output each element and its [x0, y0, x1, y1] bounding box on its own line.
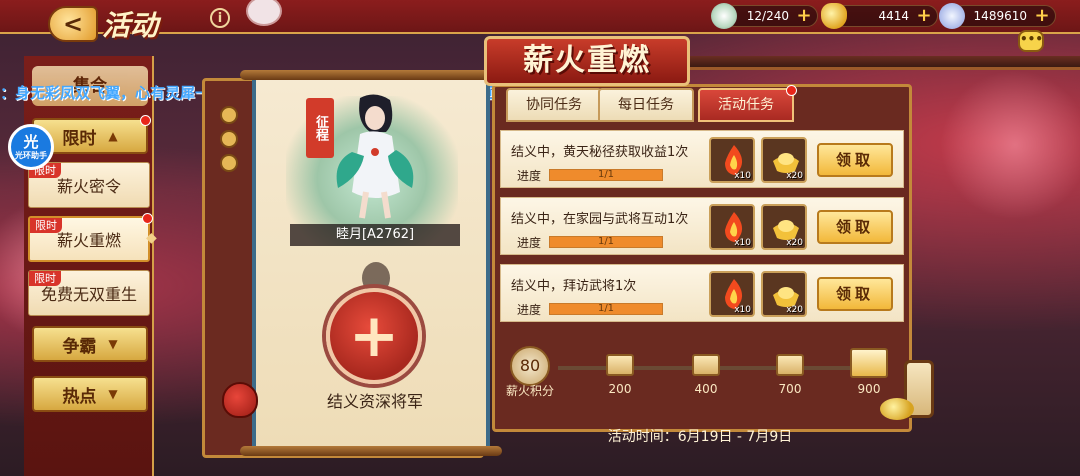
- resource-stamina-value: 12/240: [746, 9, 789, 23]
- milestone-chest-grand[interactable]: [850, 348, 888, 378]
- sidebar: 集合 限时 ▲ 限时 薪火密令 限时 薪火重燃 ◆ 限时 免费无双重生 争霸 ▼…: [24, 56, 157, 476]
- milestone-chest[interactable]: [692, 354, 720, 376]
- resource-jade: 1489610 +: [939, 3, 1056, 29]
- event-time: 活动时间：6月19日 - 7月9日: [607, 429, 793, 445]
- points-label: 薪火积分: [505, 384, 554, 398]
- chat-button[interactable]: •••: [1018, 30, 1044, 52]
- selected-arrow-icon: ◆: [146, 230, 157, 246]
- add-stamina-button[interactable]: +: [795, 7, 813, 25]
- back-arrow-icon: <: [62, 10, 84, 38]
- task-progress-bar: 1/1: [549, 236, 663, 248]
- milestone-chest[interactable]: [776, 354, 804, 376]
- expedition-tag: 征程: [306, 98, 334, 158]
- sidebar-group-label: 限时: [62, 128, 97, 149]
- sidebar-item-label: 薪火密令: [56, 177, 121, 196]
- chevron-down-icon: ▼: [108, 337, 118, 351]
- reward-quantity: x10: [734, 238, 751, 248]
- helper-logo-text: 光环助手: [15, 150, 47, 160]
- scroll-rod-bottom: [240, 446, 502, 456]
- resource-stamina: 12/240 +: [711, 3, 818, 29]
- add-jade-button[interactable]: +: [1033, 7, 1051, 25]
- tab-daily-tasks[interactable]: 每日任务: [598, 88, 694, 122]
- sidebar-group-label: 热点: [62, 386, 97, 407]
- reward-slot[interactable]: x20: [761, 271, 807, 317]
- reward-quantity: x20: [786, 238, 803, 248]
- sworn-hero-label: 结义资深将军: [326, 392, 423, 411]
- chevron-down-icon: ▼: [108, 387, 118, 401]
- task-description: 结义中，在家园与武将互动1次: [511, 212, 689, 227]
- reward-slot[interactable]: x20: [761, 204, 807, 250]
- sidebar-group-contest[interactable]: 争霸 ▼: [32, 326, 148, 362]
- resource-jade-value: 1489610: [973, 9, 1027, 23]
- plus-icon: +: [348, 301, 400, 371]
- milestone-label: 900: [857, 382, 881, 396]
- coin-pile-decoration: [880, 398, 914, 420]
- task-row: 结义中，拜访武将1次 进度 1/1 x10 x20 领取: [500, 264, 904, 322]
- limited-badge: 限时: [30, 218, 62, 233]
- reward-slot[interactable]: x10: [709, 137, 755, 183]
- progress-label: 进度: [517, 236, 542, 250]
- stamina-icon: [711, 3, 737, 29]
- reward-quantity: x10: [734, 305, 751, 315]
- task-row: 结义中，黄天秘径获取收益1次 进度 1/1 x10 x20 领取: [500, 130, 904, 188]
- reward-slot[interactable]: x20: [761, 137, 807, 183]
- milestone-label: 400: [694, 382, 718, 396]
- sidebar-group-label: 争霸: [62, 336, 97, 357]
- progress-label: 进度: [517, 303, 542, 317]
- pavilion-roof: [640, 56, 1080, 70]
- gold-ingot-icon: [821, 3, 847, 29]
- sakura-decoration: [940, 70, 1080, 220]
- event-title: 薪火重燃: [484, 36, 690, 86]
- task-progress-text: 1/1: [597, 303, 615, 314]
- points-value: 80: [510, 346, 550, 386]
- claim-button[interactable]: 领取: [817, 143, 893, 177]
- tab-event-tasks[interactable]: 活动任务: [698, 85, 797, 122]
- reward-slot[interactable]: x10: [709, 271, 755, 317]
- helper-app-logo[interactable]: 光 光环助手: [8, 124, 54, 170]
- info-icon[interactable]: i: [210, 8, 230, 28]
- scroll-rod-top: [240, 70, 502, 80]
- resource-gold-value: 4414: [878, 9, 909, 23]
- milestone-label: 700: [778, 382, 802, 396]
- notification-dot: [140, 115, 151, 126]
- hero-name: 睦月[A2762]: [290, 224, 460, 246]
- notification-dot: [786, 85, 797, 96]
- add-gold-button[interactable]: +: [915, 7, 933, 25]
- progress-label: 进度: [517, 169, 542, 183]
- jade-coin-icon: [939, 3, 965, 29]
- task-progress-bar: 1/1: [549, 303, 663, 315]
- reward-slot[interactable]: x10: [709, 204, 755, 250]
- helper-logo-glyph: 光: [23, 132, 39, 151]
- hero-portrait[interactable]: [330, 92, 420, 222]
- lucky-bag-icon[interactable]: [222, 382, 258, 418]
- reward-quantity: x10: [734, 171, 751, 181]
- task-row: 结义中，在家园与武将互动1次 进度 1/1 x10 x20 领取: [500, 197, 904, 255]
- limited-badge: 限时: [29, 271, 61, 286]
- add-sworn-hero-button[interactable]: +: [326, 288, 422, 384]
- task-description: 结义中，拜访武将1次: [511, 279, 637, 294]
- claim-button[interactable]: 领取: [817, 277, 893, 311]
- reward-quantity: x20: [786, 171, 803, 181]
- sidebar-item-label: 薪火重燃: [56, 231, 121, 250]
- notification-dot: [142, 213, 153, 224]
- task-progress-text: 1/1: [597, 236, 615, 247]
- milestone-chest[interactable]: [606, 354, 634, 376]
- reward-quantity: x20: [786, 305, 803, 315]
- task-progress-text: 1/1: [597, 169, 615, 180]
- tab-label: 活动任务: [718, 97, 774, 113]
- task-progress-bar: 1/1: [549, 169, 663, 181]
- tab-cooperative-tasks[interactable]: 协同任务: [506, 88, 602, 122]
- task-description: 结义中，黄天秘径获取收益1次: [511, 145, 689, 160]
- chevron-up-icon: ▲: [108, 129, 118, 143]
- sidebar-item-free-rebirth[interactable]: 限时 免费无双重生: [28, 270, 150, 316]
- resource-gold: 4414 +: [821, 3, 938, 29]
- page-title: 活动: [102, 9, 159, 42]
- sidebar-item-xinhuo-chongran[interactable]: 限时 薪火重燃 ◆: [28, 213, 157, 262]
- sidebar-group-hot[interactable]: 热点 ▼: [32, 376, 148, 412]
- sidebar-item-xinhuo-miling[interactable]: 限时 薪火密令: [28, 162, 150, 208]
- milestone-label: 200: [608, 382, 632, 396]
- back-button[interactable]: <: [48, 6, 98, 42]
- claim-button[interactable]: 领取: [817, 210, 893, 244]
- decorative-studs: [212, 100, 246, 200]
